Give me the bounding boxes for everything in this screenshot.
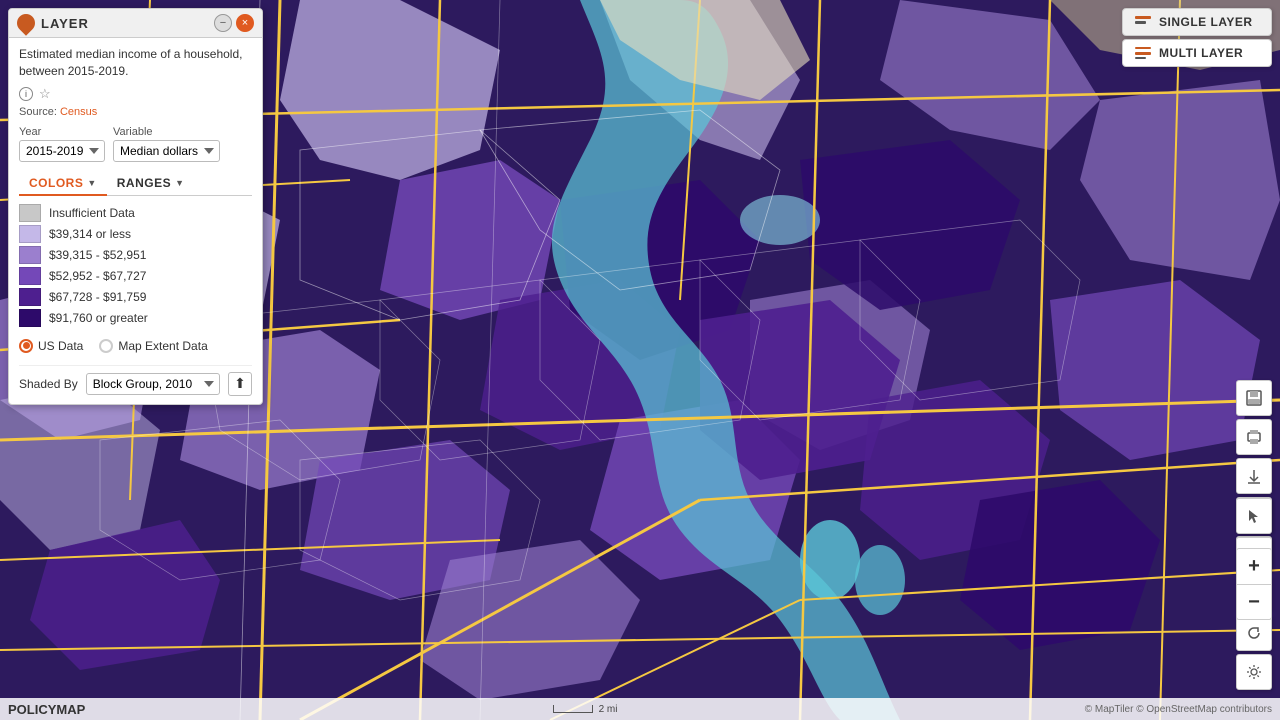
multi-layer-line2 [1135, 52, 1151, 54]
ranges-tab-arrow: ▼ [175, 178, 184, 188]
source-row: Source: Census [19, 106, 252, 118]
legend-label: $39,315 - $52,951 [49, 248, 146, 262]
print-button[interactable] [1236, 419, 1272, 455]
legend-swatch [19, 267, 41, 285]
bottom-bar: POLICYMAP 2 mi © MapTiler © OpenStreetMa… [0, 698, 1280, 720]
zoom-out-button[interactable]: − [1236, 584, 1272, 620]
colors-tab-label: COLORS [29, 176, 83, 190]
panel-header-left: LAYER [17, 14, 89, 32]
year-dropdown[interactable]: 2015-2019 [19, 140, 105, 162]
map-extent-radio-circle [99, 339, 113, 353]
settings-button[interactable] [1236, 654, 1272, 690]
us-data-label: US Data [38, 339, 83, 353]
cursor-button[interactable] [1236, 498, 1272, 534]
variable-dropdown[interactable]: Median dollars [113, 140, 220, 162]
multi-layer-button[interactable]: MULTI LAYER [1122, 39, 1272, 67]
shaded-by-row: Shaded By Block Group, 2010 ⬆ [19, 365, 252, 396]
scale-label: 2 mi [599, 704, 618, 715]
legend-label: $52,952 - $67,727 [49, 269, 146, 283]
multi-layer-label: MULTI LAYER [1159, 46, 1243, 60]
single-layer-line2 [1135, 21, 1146, 24]
save-map-button[interactable] [1236, 380, 1272, 416]
export-button[interactable]: ⬆ [228, 372, 252, 396]
single-layer-icon [1135, 16, 1151, 28]
source-label: Source: [19, 106, 57, 118]
source-link[interactable]: Census [60, 106, 97, 118]
scale-visual [553, 705, 593, 713]
legend-list: Insufficient Data $39,314 or less $39,315 … [19, 204, 252, 327]
legend-label: $39,314 or less [49, 227, 131, 241]
panel-header-controls: − × [214, 14, 254, 32]
us-data-radio-inner [23, 342, 30, 349]
multi-layer-icon [1135, 47, 1151, 59]
panel-header: LAYER − × [9, 9, 262, 38]
zoom-in-button[interactable]: + [1236, 548, 1272, 584]
shaded-by-dropdown[interactable]: Block Group, 2010 [86, 373, 220, 395]
layer-description: Estimated median income of a household, … [19, 46, 252, 80]
layer-icon [13, 10, 38, 35]
refresh-button[interactable] [1236, 615, 1272, 651]
year-label: Year [19, 126, 105, 138]
minimize-button[interactable]: − [214, 14, 232, 32]
legend-swatch [19, 204, 41, 222]
legend-swatch [19, 309, 41, 327]
legend-item: $39,315 - $52,951 [19, 246, 252, 264]
single-layer-line1 [1135, 16, 1151, 19]
colors-ranges-tabs: COLORS ▼ RANGES ▼ [19, 172, 252, 196]
ranges-tab[interactable]: RANGES ▼ [107, 172, 195, 196]
us-data-radio[interactable]: US Data [19, 339, 83, 353]
multi-layer-line3 [1135, 57, 1146, 59]
colors-tab-arrow: ▼ [87, 178, 96, 188]
legend-label: $91,760 or greater [49, 311, 148, 325]
ranges-tab-label: RANGES [117, 176, 171, 190]
panel-title: LAYER [41, 16, 89, 31]
legend-item: $52,952 - $67,727 [19, 267, 252, 285]
legend-swatch [19, 225, 41, 243]
shaded-by-label: Shaded By [19, 377, 78, 391]
single-layer-label: SINGLE LAYER [1159, 15, 1253, 29]
variable-label: Variable [113, 126, 220, 138]
star-icon[interactable]: ☆ [39, 86, 51, 102]
close-button[interactable]: × [236, 14, 254, 32]
us-data-radio-circle [19, 339, 33, 353]
map-extent-radio[interactable]: Map Extent Data [99, 339, 207, 353]
layer-switcher: SINGLE LAYER MULTI LAYER [1122, 8, 1272, 67]
info-icon[interactable]: i [19, 87, 33, 101]
year-selector-group: Year 2015-2019 [19, 126, 105, 162]
scale-bar: 2 mi [553, 704, 618, 715]
multi-layer-line1 [1135, 47, 1151, 49]
policymap-logo: POLICYMAP [8, 702, 85, 717]
legend-label: $67,728 - $91,759 [49, 290, 146, 304]
panel-body: Estimated median income of a household, … [9, 38, 262, 404]
legend-swatch [19, 246, 41, 264]
zoom-controls: + − [1236, 548, 1272, 620]
legend-item: $91,760 or greater [19, 309, 252, 327]
selectors-row: Year 2015-2019 Variable Median dollars [19, 126, 252, 162]
colors-tab[interactable]: COLORS ▼ [19, 172, 107, 196]
layer-panel: LAYER − × Estimated median income of a h… [8, 8, 263, 405]
legend-item: $39,314 or less [19, 225, 252, 243]
data-extent-row: US Data Map Extent Data [19, 335, 252, 357]
legend-label: Insufficient Data [49, 206, 135, 220]
legend-item: $67,728 - $91,759 [19, 288, 252, 306]
panel-icons-row: i ☆ [19, 86, 252, 102]
attribution: © MapTiler © OpenStreetMap contributors [1085, 704, 1272, 715]
download-button[interactable] [1236, 458, 1272, 494]
legend-item: Insufficient Data [19, 204, 252, 222]
variable-selector-group: Variable Median dollars [113, 126, 220, 162]
legend-swatch [19, 288, 41, 306]
single-layer-button[interactable]: SINGLE LAYER [1122, 8, 1272, 36]
map-extent-label: Map Extent Data [118, 339, 207, 353]
